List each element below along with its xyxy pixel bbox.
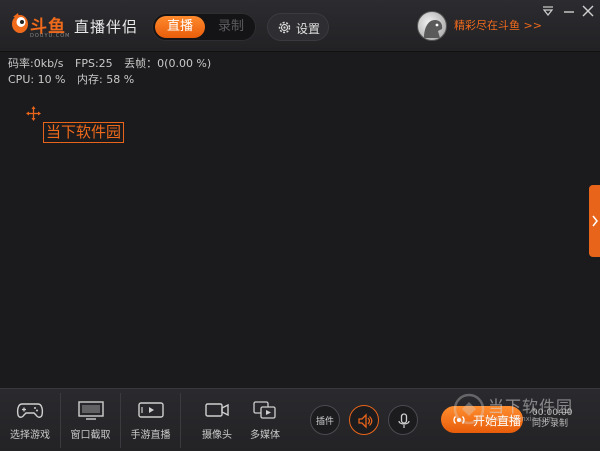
window-capture-button[interactable]: 窗口截取: [61, 389, 120, 451]
side-panel-toggle[interactable]: [589, 185, 600, 257]
dropped-frames-stat: 丢帧：0(0.00 %): [124, 57, 212, 70]
stats-row-1: 码率:0kb/s FPS:25 丢帧：0(0.00 %): [8, 56, 219, 72]
camera-icon: [205, 403, 229, 417]
monitor-icon: [78, 401, 104, 420]
speaker-icon: [358, 413, 373, 429]
gear-icon: [278, 21, 291, 34]
media-icon: [253, 401, 276, 419]
multimedia-button[interactable]: 多媒体: [243, 389, 287, 451]
stats-row-2: CPU: 10 % 内存: 58 %: [8, 72, 219, 88]
close-icon[interactable]: [580, 4, 596, 18]
watermark-logo-icon: [453, 393, 485, 425]
mobile-live-button[interactable]: 手游直播: [121, 389, 180, 451]
microphone-icon: [398, 413, 410, 428]
plugin-label: 插件: [315, 417, 334, 427]
avatar-image-icon: [424, 20, 443, 38]
mode-switch: 直播 录制: [152, 13, 256, 41]
select-game-button[interactable]: 选择游戏: [0, 389, 60, 451]
title-bar: 斗鱼 DOUYU.COM 直播伴侣 直播 录制 设置 精彩尽在斗鱼 >>: [0, 0, 600, 52]
camera-label: 摄像头: [202, 430, 232, 441]
tab-live[interactable]: 直播: [155, 16, 205, 38]
multimedia-label: 多媒体: [250, 430, 280, 441]
settings-button[interactable]: 设置: [267, 13, 329, 41]
memory-stat: 内存: 58 %: [77, 73, 135, 86]
minimize-icon[interactable]: [561, 4, 577, 18]
window-capture-label: 窗口截取: [70, 430, 111, 441]
plugin-button[interactable]: 插件: [310, 405, 340, 435]
gamepad-icon: [16, 403, 44, 418]
bitrate-stat: 码率:0kb/s: [8, 57, 64, 70]
fps-stat: FPS:25: [75, 57, 113, 70]
move-handle-icon[interactable]: [26, 106, 41, 121]
avatar[interactable]: [417, 11, 447, 41]
watermark-text: 当下软件园: [488, 397, 574, 416]
settings-label: 设置: [296, 22, 321, 36]
dropdown-icon[interactable]: [540, 4, 556, 18]
speaker-button[interactable]: [349, 405, 379, 435]
stream-stats: 码率:0kb/s FPS:25 丢帧：0(0.00 %) CPU: 10 % 内…: [8, 56, 219, 88]
cpu-stat: CPU: 10 %: [8, 73, 66, 86]
user-link[interactable]: 精彩尽在斗鱼 >>: [454, 17, 542, 33]
app-title: 直播伴侣: [74, 18, 139, 36]
select-game-label: 选择游戏: [10, 430, 50, 441]
watermark-url: www.downxia.com: [488, 415, 554, 423]
mobile-live-label: 手游直播: [130, 430, 171, 441]
microphone-button[interactable]: [388, 405, 418, 435]
douyu-logo: 斗鱼 DOUYU.COM: [10, 10, 70, 42]
text-source-overlay[interactable]: 当下软件园: [43, 122, 125, 143]
camera-button[interactable]: 摄像头: [190, 389, 244, 451]
brand-subtext: DOUYU.COM: [30, 33, 71, 39]
toolbar-divider: [180, 393, 181, 448]
phone-landscape-icon: [138, 402, 164, 418]
tab-record[interactable]: 录制: [207, 16, 255, 38]
chevron-right-icon: [592, 215, 598, 227]
fish-logo-icon: [12, 13, 28, 33]
